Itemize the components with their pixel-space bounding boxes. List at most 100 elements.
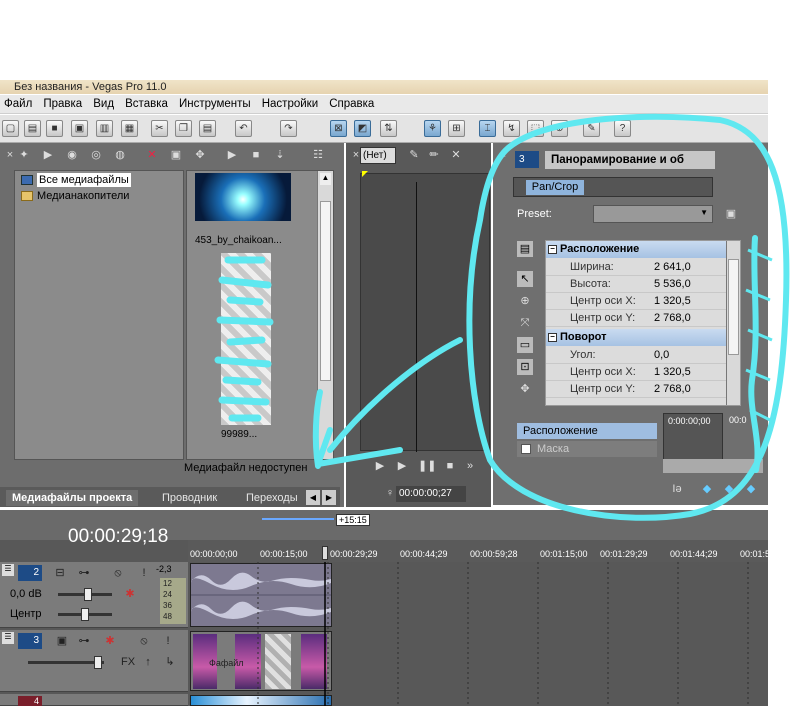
- selection-tool-icon[interactable]: ⬚: [527, 120, 544, 137]
- delete-icon[interactable]: ✕: [144, 147, 160, 163]
- video-fx-icon[interactable]: FX: [120, 654, 136, 670]
- loop-icon[interactable]: ▶: [372, 458, 388, 474]
- media-thumbnail[interactable]: [195, 173, 291, 221]
- tree-item-all-media[interactable]: Все медиафайлы: [37, 173, 131, 187]
- web-media-icon[interactable]: ◎: [88, 147, 104, 163]
- gear-icon[interactable]: ✱: [122, 586, 138, 602]
- property-row[interactable]: Угол: 0,0: [546, 347, 726, 364]
- menu-edit[interactable]: Правка: [39, 95, 86, 114]
- preset-dropdown[interactable]: ▼: [593, 205, 713, 223]
- zoom-tool-icon[interactable]: ⊕: [551, 120, 568, 137]
- new-file-icon[interactable]: ▢: [2, 120, 19, 137]
- pencil-icon[interactable]: ✏: [426, 147, 442, 163]
- track-motion-icon[interactable]: ⊶: [76, 633, 92, 649]
- properties-icon[interactable]: ▦: [121, 120, 138, 137]
- kf-row-position[interactable]: Расположение: [517, 423, 657, 439]
- menu-help[interactable]: Справка: [325, 95, 378, 114]
- lock-aspect-icon[interactable]: ▭: [517, 337, 533, 353]
- volume-slider[interactable]: [58, 588, 112, 601]
- track-fx-icon[interactable]: ⊶: [76, 565, 92, 581]
- property-value[interactable]: 2 768,0: [654, 310, 691, 327]
- property-row[interactable]: Ширина: 2 641,0: [546, 259, 726, 276]
- compositing-mode-icon[interactable]: ▣: [54, 633, 70, 649]
- close-icon[interactable]: ×: [495, 147, 511, 163]
- menu-view[interactable]: Вид: [89, 95, 118, 114]
- normal-edit-icon[interactable]: ↖: [517, 271, 533, 287]
- collapse-icon[interactable]: −: [548, 333, 557, 342]
- crossfade-icon[interactable]: ⚘: [424, 120, 441, 137]
- help-pointer-icon[interactable]: ?: [614, 120, 631, 137]
- property-value[interactable]: 0,0: [654, 347, 669, 364]
- time-ruler[interactable]: 00:00:00;00 00:00:15;00 00:00:29;29 00:0…: [188, 540, 770, 562]
- trimmer-waveform[interactable]: [360, 173, 490, 452]
- loop-region-bar[interactable]: +15:15: [188, 510, 768, 540]
- fx-chip-pan-crop[interactable]: Pan/Crop: [526, 180, 584, 195]
- category-position[interactable]: − Расположение: [546, 241, 726, 258]
- close-trimmer-icon[interactable]: ✕: [448, 147, 464, 163]
- collapse-icon[interactable]: −: [548, 245, 557, 254]
- mute-icon[interactable]: ⦸: [136, 633, 152, 649]
- menu-insert[interactable]: Вставка: [121, 95, 172, 114]
- menu-settings[interactable]: Настройки: [258, 95, 322, 114]
- link-icon[interactable]: ⊞: [448, 120, 465, 137]
- parent-icon[interactable]: ↑: [140, 654, 156, 670]
- menu-tools[interactable]: Инструменты: [175, 95, 255, 114]
- render-icon[interactable]: ▥: [96, 120, 113, 137]
- keyframe-timeline[interactable]: 0:00:00;00: [663, 413, 723, 463]
- pin-icon[interactable]: ✎: [406, 147, 422, 163]
- record-arm-icon[interactable]: ⊟: [52, 565, 68, 581]
- pause-icon[interactable]: ❚❚: [418, 458, 436, 474]
- envelope-tool-icon[interactable]: ↯: [503, 120, 520, 137]
- next-keyframe-icon[interactable]: ◆: [743, 481, 759, 497]
- media-thumbnail[interactable]: [221, 253, 271, 425]
- tree-item-media-bins[interactable]: Медианакопители: [37, 189, 129, 203]
- video-clip-4[interactable]: [190, 695, 332, 706]
- show-properties-icon[interactable]: ▤: [517, 241, 533, 257]
- stop-icon[interactable]: ■: [248, 147, 264, 163]
- pan-slider[interactable]: [58, 608, 112, 621]
- scroll-up-icon[interactable]: ▲: [320, 173, 331, 185]
- opacity-slider[interactable]: [28, 656, 104, 669]
- tab-scroll-right-icon[interactable]: ▶: [322, 490, 336, 505]
- auto-preview-icon[interactable]: ✥: [192, 147, 208, 163]
- first-keyframe-icon[interactable]: ◆: [699, 481, 715, 497]
- property-value[interactable]: 2 768,0: [654, 381, 691, 398]
- normal-edit-tool-icon[interactable]: ⌶: [479, 120, 496, 137]
- search-media-icon[interactable]: ◍: [112, 147, 128, 163]
- playhead-handle[interactable]: [322, 546, 328, 560]
- video-clip[interactable]: Фафайл: [190, 631, 332, 691]
- mute-icon[interactable]: ⦸: [110, 565, 126, 581]
- auto-play-icon[interactable]: ⇣: [272, 147, 288, 163]
- collapse-track-icon[interactable]: ☰: [2, 564, 14, 576]
- property-value[interactable]: 2 641,0: [654, 259, 691, 276]
- play-icon[interactable]: ▶: [394, 458, 410, 474]
- property-value[interactable]: 5 536,0: [654, 276, 691, 293]
- import-media-icon[interactable]: ✦: [16, 147, 32, 163]
- snap-icon[interactable]: ⊠: [330, 120, 347, 137]
- move-tool-icon[interactable]: ⤧: [517, 315, 533, 331]
- tab-scroll-left-icon[interactable]: ◀: [306, 490, 320, 505]
- gear-icon[interactable]: ✱: [102, 633, 118, 649]
- kf-row-mask[interactable]: Маска: [517, 441, 657, 457]
- tab-transitions[interactable]: Переходы: [240, 490, 304, 506]
- size-about-center-icon[interactable]: ⊡: [517, 359, 533, 375]
- open-folder-icon[interactable]: ▤: [24, 120, 41, 137]
- scrollbar-thumb[interactable]: [728, 259, 739, 355]
- properties-scrollbar[interactable]: [726, 241, 740, 405]
- views-icon[interactable]: ☷: [310, 147, 326, 163]
- property-row[interactable]: Высота: 5 536,0: [546, 276, 726, 293]
- property-value[interactable]: 1 320,5: [654, 364, 691, 381]
- capture-icon[interactable]: ▶: [40, 147, 56, 163]
- tab-explorer[interactable]: Проводник: [156, 490, 223, 506]
- audio-clip[interactable]: [190, 563, 332, 627]
- solo-icon[interactable]: !: [160, 633, 176, 649]
- slider-thumb[interactable]: [81, 608, 89, 621]
- save-as-icon[interactable]: ▣: [71, 120, 88, 137]
- play-icon[interactable]: ▶: [224, 147, 240, 163]
- slider-thumb[interactable]: [84, 588, 92, 601]
- move-freely-icon[interactable]: ✥: [517, 381, 533, 397]
- category-rotation[interactable]: − Поворот: [546, 329, 726, 346]
- child-icon[interactable]: ↳: [162, 654, 178, 670]
- menu-file[interactable]: Файл: [0, 95, 36, 114]
- property-row[interactable]: Центр оси Y: 2 768,0: [546, 310, 726, 327]
